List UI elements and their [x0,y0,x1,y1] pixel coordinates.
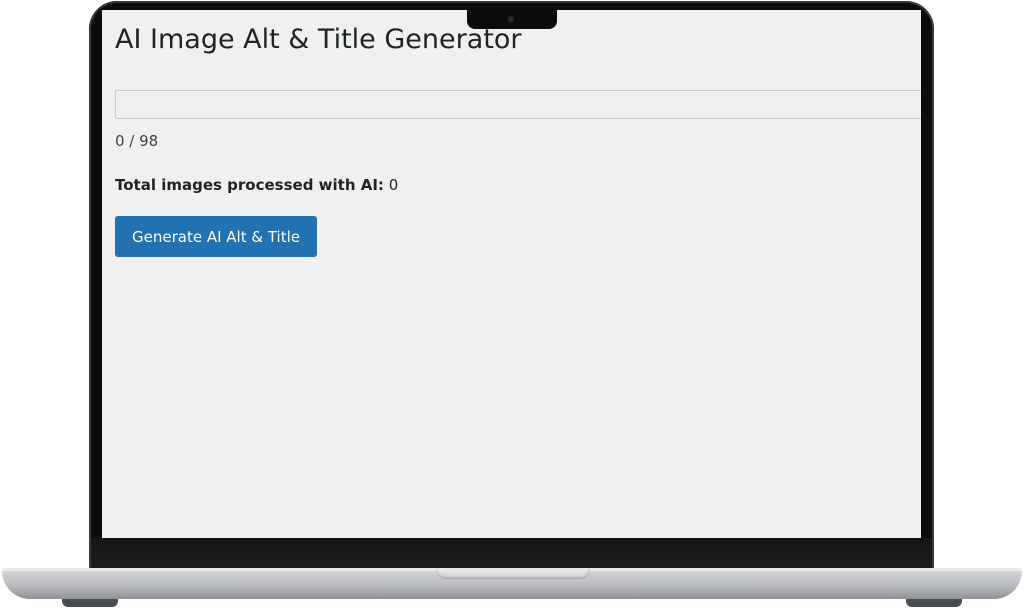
progress-count: 0 / 98 [115,132,159,150]
laptop-foot-right [906,599,962,607]
page-title: AI Image Alt & Title Generator [115,24,522,55]
laptop-foot-left [62,599,118,607]
screen: AI Image Alt & Title Generator 0 / 98 To… [102,10,921,538]
webcam-icon [508,16,514,22]
camera-notch [467,10,557,29]
processed-stat: Total images processed with AI: 0 [115,176,398,194]
progress-bar [115,90,921,119]
processed-label: Total images processed with AI: [115,176,384,194]
laptop-mockup: AI Image Alt & Title Generator 0 / 98 To… [0,0,1024,610]
generate-button[interactable]: Generate AI Alt & Title [115,216,317,257]
lid-opening-notch [436,568,590,579]
processed-value: 0 [388,176,399,194]
screen-chin [91,538,932,568]
laptop-base [2,568,1022,599]
